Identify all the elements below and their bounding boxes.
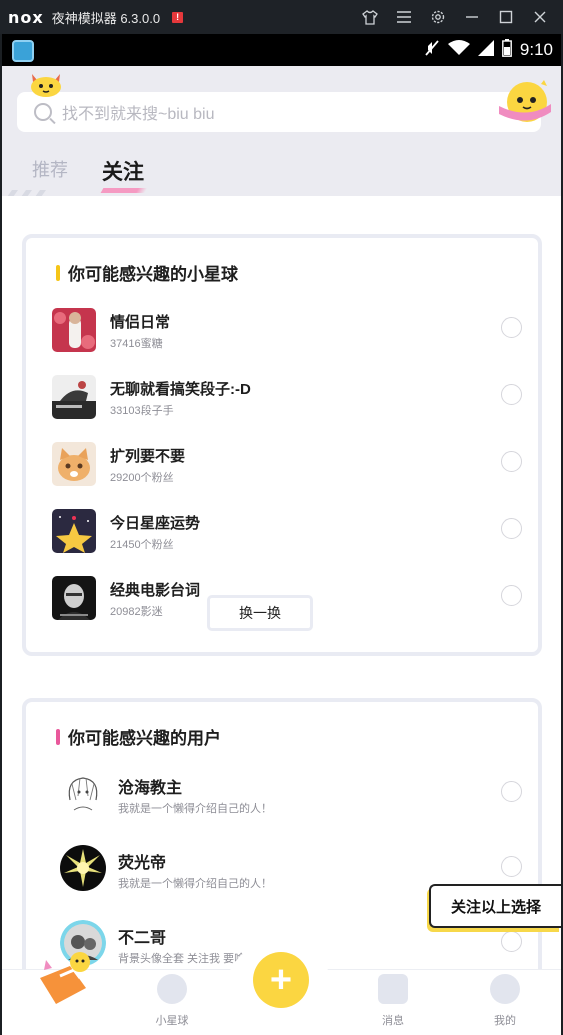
nav-planet[interactable]: 小星球 (142, 974, 202, 1028)
mute-icon (424, 39, 440, 62)
emulator-title: 夜神模拟器 6.3.0.0 (51, 10, 161, 26)
emulator-title-bar: nox 夜神模拟器 6.3.0.0 ! (0, 0, 563, 34)
user-name: 沧海教主 (118, 780, 183, 797)
wifi-icon (447, 39, 470, 61)
search-icon (34, 103, 52, 121)
active-tab-underline (100, 188, 148, 193)
mascot-planet-icon[interactable] (497, 76, 553, 132)
app-notification-icon (12, 40, 34, 62)
mascot-bag-icon[interactable] (30, 948, 100, 1018)
profile-icon (490, 974, 520, 1004)
signal-icon (477, 39, 494, 61)
user-bio: 我就是一个懒得介绍自己的人！ (118, 803, 272, 815)
mascot-devil-icon (31, 74, 61, 97)
select-radio[interactable] (501, 931, 522, 952)
list-item[interactable]: 今日星座运势 21450个粉丝 (52, 507, 522, 557)
create-post-button[interactable]: + (253, 952, 309, 1008)
planet-count: 29200个粉丝 (110, 472, 174, 484)
swap-button[interactable]: 换一换 (207, 595, 313, 631)
select-radio[interactable] (501, 317, 522, 338)
tab-recommend[interactable]: 推荐 (32, 156, 68, 186)
tab-following-label: 关注 (102, 161, 144, 184)
minimize-icon[interactable] (455, 0, 489, 34)
skin-icon[interactable] (353, 0, 387, 34)
planet-name: 今日星座运势 (110, 515, 201, 532)
list-item[interactable]: 情侣日常 37416蜜糖 (52, 306, 522, 356)
list-item[interactable]: 无聊就看搞笑段子:-D 33103段子手 (52, 373, 522, 423)
nav-messages-label: 消息 (382, 1015, 404, 1027)
list-item[interactable]: 沧海教主 我就是一个懒得介绍自己的人！ (52, 770, 522, 820)
tab-following[interactable]: 关注 (100, 156, 148, 193)
bottom-nav: 小星球 + 消息 我的 (2, 940, 561, 1035)
planet-thumbnail (52, 308, 96, 352)
alert-icon[interactable]: ! (172, 11, 184, 23)
app-screen: 找不到就来搜~biu biu 推荐 关注 你可能感兴趣的小星球 情侣日常 374… (2, 66, 561, 1035)
nox-logo: nox (8, 7, 44, 27)
list-item[interactable]: 扩列要不要 29200个粉丝 (52, 440, 522, 490)
search-placeholder: 找不到就来搜~biu biu (62, 106, 215, 123)
planets-card-title-text: 你可能感兴趣的小星球 (68, 265, 238, 284)
select-radio[interactable] (501, 518, 522, 539)
close-icon[interactable] (523, 0, 557, 34)
planet-count: 33103段子手 (110, 405, 174, 417)
nav-messages[interactable]: 消息 (363, 974, 423, 1028)
planet-thumbnail (52, 442, 96, 486)
planet-count: 21450个粉丝 (110, 539, 174, 551)
planet-name: 扩列要不要 (110, 448, 186, 465)
planet-count: 20982影迷 (110, 606, 163, 618)
select-radio[interactable] (501, 384, 522, 405)
user-name: 不二哥 (118, 930, 167, 947)
planet-thumbnail (52, 576, 96, 620)
android-status-bar: 9:10 (2, 34, 561, 66)
message-icon (378, 974, 408, 1004)
search-bar[interactable]: 找不到就来搜~biu biu (17, 92, 541, 132)
nav-planet-label: 小星球 (155, 1015, 189, 1027)
planet-icon (157, 974, 187, 1004)
users-card-title-text: 你可能感兴趣的用户 (68, 729, 221, 748)
user-bio: 我就是一个懒得介绍自己的人！ (118, 878, 272, 890)
follow-selected-button[interactable]: 关注以上选择 (429, 884, 561, 928)
user-avatar (60, 845, 106, 891)
header: 找不到就来搜~biu biu 推荐 关注 (2, 66, 561, 204)
user-name: 荧光帝 (118, 855, 167, 872)
planets-card-title: 你可能感兴趣的小星球 (56, 260, 238, 285)
planet-count: 37416蜜糖 (110, 338, 163, 350)
title-accent-bar (56, 728, 60, 745)
select-radio[interactable] (501, 856, 522, 877)
users-card-title: 你可能感兴趣的用户 (56, 724, 221, 749)
planet-name: 经典电影台词 (110, 582, 201, 599)
planet-thumbnail (52, 375, 96, 419)
maximize-icon[interactable] (489, 0, 523, 34)
nav-me[interactable]: 我的 (475, 974, 535, 1028)
title-accent-bar (56, 264, 60, 281)
planet-name: 情侣日常 (110, 314, 171, 331)
suggested-planets-card: 你可能感兴趣的小星球 情侣日常 37416蜜糖 无聊就看搞笑段子:-D 3310… (22, 234, 542, 656)
nav-me-label: 我的 (494, 1015, 516, 1027)
settings-gear-icon[interactable] (421, 0, 455, 34)
menu-icon[interactable] (387, 0, 421, 34)
select-radio[interactable] (501, 781, 522, 802)
status-time: 9:10 (519, 40, 553, 59)
select-radio[interactable] (501, 451, 522, 472)
planet-thumbnail (52, 509, 96, 553)
user-avatar (60, 770, 106, 816)
select-radio[interactable] (501, 585, 522, 606)
planet-name: 无聊就看搞笑段子:-D (110, 381, 251, 398)
battery-icon (502, 38, 512, 62)
